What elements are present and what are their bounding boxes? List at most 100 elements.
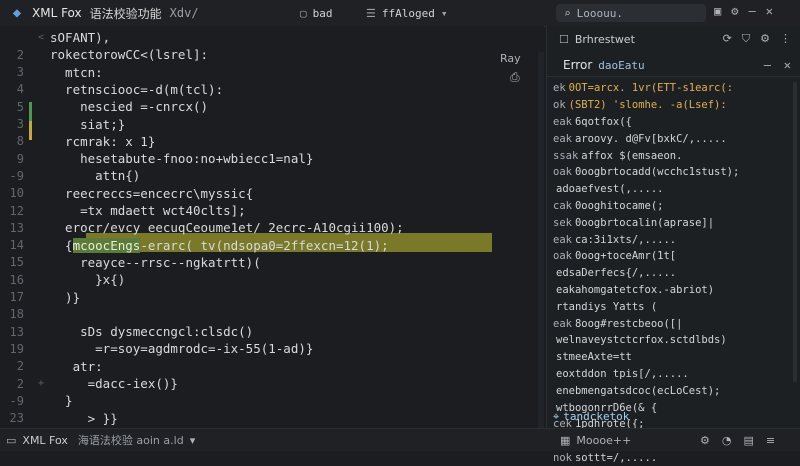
more-icon[interactable]: ⋮	[780, 32, 791, 46]
code-line[interactable]: 10 reecreccs=encecrc\myssic{	[0, 184, 544, 203]
code-line[interactable]: 14 {mcoocEngs-erarc( tv(ndsopa0=2ffexcn=…	[0, 236, 544, 255]
line-number: 19	[9, 341, 24, 356]
tab-bad[interactable]: ▢ bad	[300, 4, 333, 22]
editor-scrollbar[interactable]	[538, 52, 544, 428]
code-line[interactable]: 3 siat;}	[0, 115, 544, 134]
code-text: retnsciooc=-d(m(tcl):	[50, 81, 224, 97]
camera-icon[interactable]: ⎙	[510, 70, 520, 85]
fold-icon[interactable]: +	[32, 378, 50, 389]
error-row[interactable]: adoaefvest(,.....	[553, 181, 783, 198]
error-row[interactable]: enebmengatsdcoc(ecLoCest);	[553, 382, 783, 399]
panel-header: ☐ Brhrestwet ⟳ ⛉ ⚙ ⋮	[547, 26, 800, 52]
code-line[interactable]: 17 )}	[0, 288, 544, 307]
code-line[interactable]: -9 attn{)	[0, 166, 544, 185]
error-message: 6qotfox({	[574, 115, 632, 128]
error-row[interactable]: ek 0OT=arcx. 1vr(ETT-s1earc(:	[553, 80, 783, 97]
error-row[interactable]: stmeeAxte=tt	[553, 349, 783, 366]
error-message: adoaefvest(,.....	[556, 183, 664, 196]
panel-scrollbar[interactable]	[793, 82, 797, 382]
code-editor[interactable]: < sOFANT), 2 rokectorowCC<(lsrel]: 3 mtcn: 4 …	[0, 26, 544, 428]
status-sub[interactable]: 海语法校验 aoin a.ld	[78, 432, 184, 448]
line-number: 14	[9, 238, 24, 253]
code-line[interactable]: 15 reayce--rrsc--ngkatrtt)(	[0, 253, 544, 272]
code-line[interactable]: 23 > }}	[0, 409, 544, 428]
error-row[interactable]: eoxtddon tpis[/,.....	[553, 366, 783, 383]
fold-icon[interactable]: <	[32, 32, 50, 43]
tab-logged[interactable]: ☰ ffAloged ▾	[366, 4, 453, 22]
error-row[interactable]: eak ca:3i1xts/,.....	[553, 231, 783, 248]
line-number: 2	[16, 47, 24, 62]
error-row[interactable]: sek 0oogbrtocalin(aprase]|	[553, 214, 783, 231]
gear-icon[interactable]: ⚙	[760, 32, 770, 46]
bell-icon[interactable]: ◔	[722, 434, 732, 447]
minimize-icon[interactable]: —	[764, 58, 771, 72]
error-row[interactable]: eak aroovy. d@Fv[bxkC/,.....	[553, 130, 783, 147]
code-line[interactable]: 3 mtcn:	[0, 63, 544, 82]
error-row[interactable]: oak 0oog+toceAmr(1t[	[553, 248, 783, 265]
error-row[interactable]: eak 8oog#restcbeoo([|	[553, 315, 783, 332]
search-box[interactable]: ⌕ Looouu.	[556, 4, 706, 22]
code-line[interactable]: 13 sDs dysmeccngcl:clsdc()	[0, 322, 544, 341]
close-icon[interactable]: ✕	[766, 4, 773, 18]
error-kind: eak	[553, 115, 572, 128]
status-mode[interactable]: Moooe++	[576, 434, 631, 447]
search-input[interactable]: Looouu.	[577, 7, 623, 20]
error-list: ek 0OT=arcx. 1vr(ETT-s1earc(: ok (SBT2) 'sl…	[553, 80, 783, 466]
code-line[interactable]: 9 hesetabute-fnoo:no+wbiecc1=nal}	[0, 149, 544, 168]
error-row[interactable]: edsaDerfecs{/,.....	[553, 265, 783, 282]
grid-icon[interactable]: ▦	[560, 434, 570, 447]
settings-icon[interactable]: ⚙	[731, 4, 738, 18]
code-line[interactable]: 8 rcmrak: x 1}	[0, 132, 544, 151]
code-text: rokectorowCC<(lsrel]:	[50, 47, 209, 63]
code-line[interactable]: 16 }x{)	[0, 270, 544, 289]
layout-icon[interactable]: ▤	[743, 434, 753, 447]
error-kind: eak	[553, 132, 572, 145]
code-line[interactable]: 2 rokectorowCC<(lsrel]:	[0, 45, 544, 64]
code-line[interactable]: 19 =r=soy=agdmrodc=-ix-55(1-ad)}	[0, 339, 544, 358]
gear-icon[interactable]: ⚙	[700, 434, 710, 447]
code-line[interactable]: 2 atr:	[0, 357, 544, 376]
file-path[interactable]: Xdv/	[170, 6, 199, 20]
terminal-icon[interactable]: ▭	[6, 434, 16, 447]
code-line[interactable]: 12 =tx mdaett wct40clts];	[0, 201, 544, 220]
checkbox-icon[interactable]: ☐	[559, 33, 569, 46]
error-row[interactable]: cak 0ooghitocame(;	[553, 198, 783, 215]
error-row[interactable]: oak 0oogbrtocadd(wcchc1stust);	[553, 164, 783, 181]
error-row[interactable]: ssak affox $(emsaeon.	[553, 147, 783, 164]
error-message: 0oog+toceAmr(1t[	[574, 250, 677, 263]
error-row[interactable]: rtandiys Yatts (	[553, 298, 783, 315]
panel-footer[interactable]: ⌖ tandcketok	[553, 410, 629, 424]
error-row[interactable]: nok sottt=/,.....	[553, 450, 783, 466]
footer-label: tandcketok	[563, 410, 630, 423]
error-row[interactable]: welnaveystctcrfox.sctdlbds)	[553, 332, 783, 349]
code-line[interactable]: 5 nescied =-cnrcx()	[0, 97, 544, 116]
chevron-down-icon[interactable]: ▾	[441, 7, 448, 20]
code-line[interactable]: 13 erocr/evcy eecuqCeoume1et/ 2ecrc-A10c…	[0, 218, 544, 237]
code-line[interactable]: -9 }	[0, 391, 544, 410]
chevron-down-icon[interactable]: ▾	[190, 434, 196, 447]
error-row[interactable]: ok (SBT2) 'slomhe. -a(Lsef):	[553, 97, 783, 114]
code-line[interactable]: < sOFANT),	[0, 28, 544, 47]
error-title: Error	[563, 58, 593, 72]
search-icon: ⌕	[564, 6, 571, 20]
error-message: sottt=/,.....	[574, 451, 658, 464]
error-kind: cak	[553, 199, 572, 212]
ray-label[interactable]: Ray	[500, 52, 521, 65]
window-icon[interactable]: ▣	[714, 4, 721, 18]
line-number: -9	[9, 168, 24, 183]
menu-icon[interactable]: ≡	[766, 434, 775, 447]
error-row[interactable]: eak 6qotfox({	[553, 114, 783, 131]
close-icon[interactable]: ✕	[784, 58, 791, 72]
app-subtitle: 语法校验功能	[89, 6, 162, 21]
code-line[interactable]: 4 retnsciooc=-d(m(tcl):	[0, 80, 544, 99]
line-number: 8	[16, 134, 24, 149]
code-line[interactable]: 18	[0, 305, 544, 324]
error-row[interactable]: eakahomgatetcfox.-abriot)	[553, 282, 783, 299]
minimize-icon[interactable]: —	[748, 4, 755, 18]
line-number: -9	[9, 393, 24, 408]
error-kind: eak	[553, 233, 572, 246]
code-line[interactable]: 2 + =dacc-iex()}	[0, 374, 544, 393]
refresh-icon[interactable]: ⟳	[723, 32, 732, 46]
status-app[interactable]: XML Fox	[22, 434, 68, 447]
shield-icon[interactable]: ⛉	[742, 32, 750, 46]
